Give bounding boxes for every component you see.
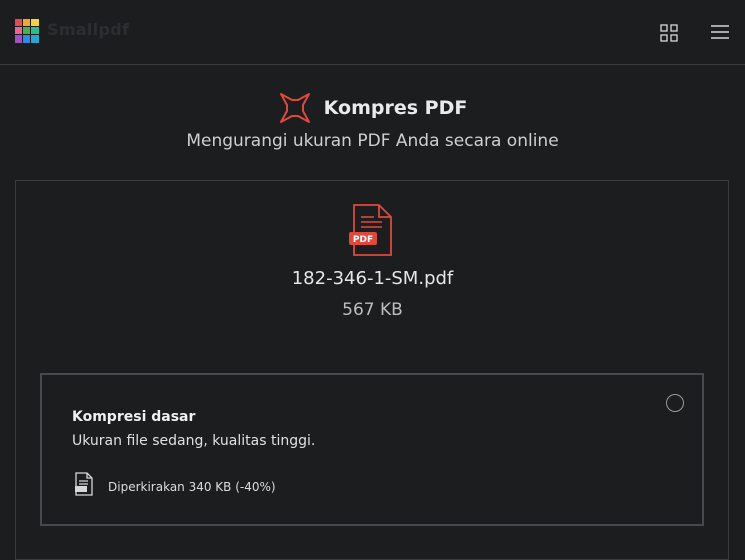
page-title: Kompres PDF xyxy=(323,97,468,119)
apps-grid-icon[interactable] xyxy=(660,24,678,42)
file-size: 567 KB xyxy=(342,300,403,320)
hamburger-menu-icon[interactable] xyxy=(710,23,730,41)
smallpdf-logo-icon[interactable] xyxy=(15,19,39,43)
estimated-size: Diperkirakan 340 KB (-40%) xyxy=(108,480,276,494)
option-description: Ukuran file sedang, kualitas tinggi. xyxy=(72,433,316,449)
top-bar: Smallpdf xyxy=(0,0,745,65)
option-title: Kompresi dasar xyxy=(72,409,196,425)
compress-icon xyxy=(279,93,310,123)
tool-header: Kompres PDF xyxy=(0,88,745,128)
option-radio[interactable] xyxy=(666,394,684,412)
pdf-badge-label: PDF xyxy=(353,235,373,245)
document-size-icon xyxy=(75,472,93,496)
page-subtitle: Mengurangi ukuran PDF Anda secara online xyxy=(186,131,559,151)
file-name: 182-346-1-SM.pdf xyxy=(291,268,454,289)
brand-name[interactable]: Smallpdf xyxy=(47,20,129,39)
pdf-file-icon: PDF xyxy=(349,204,392,256)
basic-compression-option[interactable]: Kompresi dasar Ukuran file sedang, kuali… xyxy=(40,373,704,526)
